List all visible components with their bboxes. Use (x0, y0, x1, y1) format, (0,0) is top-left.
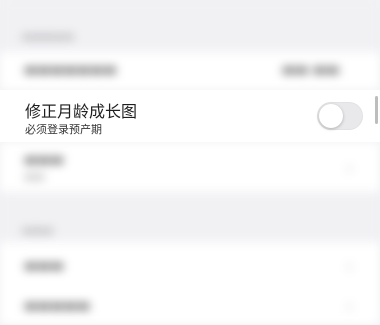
section-header-label-blurred-2: ▬▬▬ (22, 224, 54, 237)
chevron-right-icon: › (346, 158, 354, 179)
section-header-top (0, 0, 380, 52)
growth-chart-toggle[interactable] (317, 102, 363, 130)
toggle-knob (319, 104, 343, 128)
row-subtitle: 必须登录预产期 (25, 123, 102, 136)
blurred-background: ▬▬▬▬▬ ▬▬▬▬▬▬▬ ▬▬ ▬▬ ▬▬▬ ▬▬ › ▬▬▬ ▬▬▬ › ▬… (0, 0, 380, 325)
blurred-row-4-label: ▬▬▬▬▬ (24, 298, 91, 314)
corrected-age-growth-chart-row[interactable]: 修正月龄成长图 必须登录预产期 (0, 90, 380, 142)
blurred-row-3-label: ▬▬▬ (24, 258, 64, 274)
blurred-row-1-label: ▬▬▬▬▬▬▬ (24, 62, 117, 78)
section-header-label-blurred: ▬▬▬▬▬ (22, 30, 74, 43)
settings-screen: ▬▬▬▬▬ ▬▬▬▬▬▬▬ ▬▬ ▬▬ ▬▬▬ ▬▬ › ▬▬▬ ▬▬▬ › ▬… (0, 0, 380, 325)
scrollbar[interactable] (375, 96, 378, 124)
chevron-right-icon: › (346, 296, 354, 317)
blurred-row-1-value: ▬▬ ▬▬ (282, 62, 340, 78)
blurred-row-2-label: ▬▬▬ (24, 152, 64, 168)
row-title: 修正月龄成长图 (25, 102, 138, 121)
blurred-row-2-sub: ▬▬ (24, 170, 45, 183)
section-header-middle (0, 192, 380, 242)
chevron-right-icon: › (346, 256, 354, 277)
